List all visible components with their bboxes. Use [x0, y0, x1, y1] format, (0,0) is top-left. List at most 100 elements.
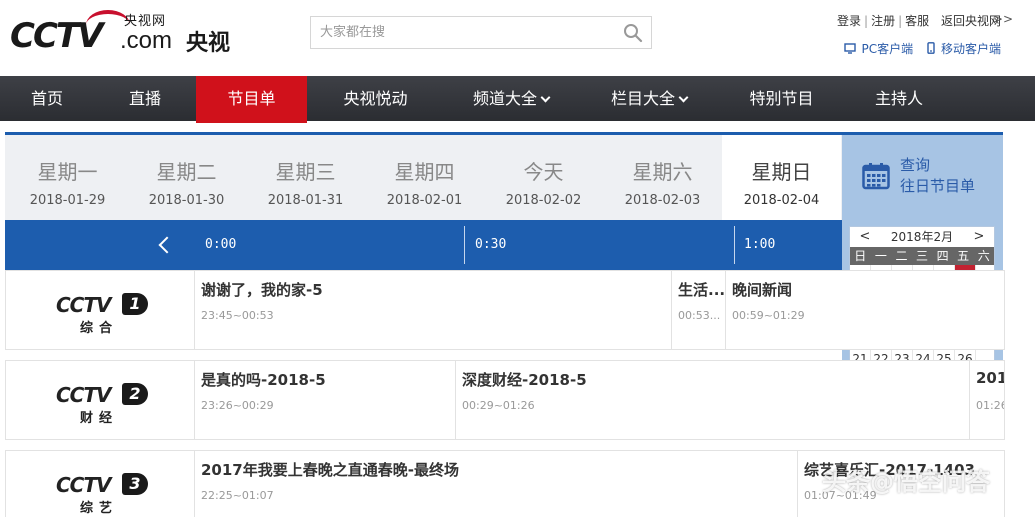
channel-logo-cctv: CCTV [56, 473, 111, 497]
logo-com-text: .com [120, 27, 173, 54]
time-tick [734, 226, 735, 264]
weekday-label: 四 [936, 249, 949, 263]
time-label: 1:00 [744, 237, 776, 252]
nav-specials[interactable]: 特别节目 [730, 76, 833, 121]
day-tab-thu[interactable]: 星期四 2018-02-01 [365, 135, 484, 220]
watermark: 头条@悟空问答 [822, 468, 990, 496]
chevron-down-icon [678, 92, 689, 103]
service-link[interactable]: 客服 [905, 12, 929, 29]
channel-name: 综合 [80, 321, 119, 336]
day-tab-tue[interactable]: 星期二 2018-01-30 [127, 135, 246, 220]
day-date: 2018-01-29 [29, 193, 106, 208]
program-title: 深度财经-2018-5 [462, 371, 587, 389]
calendar-weekdays: 日一二三四五六 [850, 247, 994, 265]
calendar-header: < 2018年2月 > [850, 227, 994, 247]
day-name: 星期四 [394, 160, 455, 184]
mobile-client-label: 移动客户端 [940, 42, 1001, 56]
program-cell[interactable]: 谢谢了，我的家-5 23:45~00:53 [195, 271, 672, 349]
search-icon[interactable] [623, 23, 643, 43]
logo-cctv-text: CCTV [10, 16, 103, 56]
channel-logo[interactable]: CCTV 3 综艺 [6, 451, 195, 517]
chevron-left-icon[interactable]: < [856, 227, 874, 247]
weekday-label: 三 [916, 249, 929, 263]
channel-name: 财经 [80, 411, 119, 426]
pc-client-label: PC客户端 [861, 42, 914, 56]
channel-row-cctv1: CCTV 1 综合 谢谢了，我的家-5 23:45~00:53 生活... 00… [5, 270, 1005, 350]
query-past-schedule-button[interactable]: 查询 往日节目单 [842, 135, 1003, 220]
day-tab-today[interactable]: 今天 2018-02-02 [484, 135, 603, 220]
weekday-label: 二 [895, 249, 908, 263]
channel-number: 3 [122, 473, 148, 495]
day-tab-sun[interactable]: 星期日 2018-02-04 [722, 135, 841, 220]
program-cell[interactable]: 生活... 00:53... [672, 271, 726, 349]
weekday-label: 五 [957, 249, 970, 263]
program-title: 201 [976, 369, 1005, 387]
program-title: 晚间新闻 [732, 281, 793, 299]
day-name: 星期一 [37, 160, 98, 184]
day-date: 2018-02-04 [743, 193, 820, 208]
program-cell[interactable]: 201 01:26 [970, 361, 1005, 439]
day-name: 星期三 [275, 160, 336, 184]
nav-label: 主持人 [874, 89, 923, 108]
cctv-logo[interactable]: CCTV .com 央视网 央视 [10, 8, 240, 60]
day-tab-wed[interactable]: 星期三 2018-01-31 [246, 135, 365, 220]
time-label: 0:00 [205, 237, 237, 252]
channel-logo-cctv: CCTV [56, 383, 111, 407]
day-name: 星期二 [156, 160, 217, 184]
query-line2: 往日节目单 [900, 177, 976, 195]
program-cell[interactable]: 深度财经-2018-5 00:29~01:26 [456, 361, 970, 439]
search-box [310, 16, 652, 49]
nav-yuedong[interactable]: 央视悦动 [322, 76, 429, 121]
nav-label: 栏目大全 [610, 89, 675, 108]
channel-logo[interactable]: CCTV 2 财经 [6, 361, 195, 439]
program-title: 生活... [678, 281, 726, 299]
register-link[interactable]: 注册 [871, 12, 895, 29]
channel-number: 1 [122, 293, 148, 315]
chevron-right-icon[interactable]: > [970, 227, 988, 247]
mobile-client-link[interactable]: 移动客户端 [927, 40, 1001, 57]
search-input[interactable] [311, 17, 611, 48]
divider: | [864, 14, 869, 28]
double-chevron-right-icon[interactable]: >> [993, 12, 1013, 26]
channel-logo-cctv: CCTV [56, 293, 111, 317]
timeline-bar: 0:00 0:30 1:00 [5, 220, 842, 270]
nav-hosts[interactable]: 主持人 [852, 76, 946, 121]
pc-client-link[interactable]: PC客户端 [843, 40, 914, 57]
day-name: 星期日 [751, 160, 812, 184]
nav-label: 首页 [30, 89, 63, 108]
time-label: 0:30 [475, 237, 507, 252]
program-time: 01:26 [976, 399, 1005, 412]
nav-label: 频道大全 [472, 89, 537, 108]
weekday-label: 日 [854, 249, 867, 263]
nav-home[interactable]: 首页 [0, 76, 94, 121]
day-tab-mon[interactable]: 星期一 2018-01-29 [8, 135, 127, 220]
site-header: CCTV .com 央视网 央视 登录|注册|客服 返回央视网 >> PC客户端… [0, 0, 1035, 76]
logo-big-text: 央视 [186, 31, 231, 56]
program-cell[interactable]: 晚间新闻 00:59~01:29 [726, 271, 1004, 349]
day-name: 星期六 [632, 160, 693, 184]
timeline-prev-button[interactable] [155, 234, 175, 256]
channel-logo[interactable]: CCTV 1 综合 [6, 271, 195, 349]
program-time: 23:26~00:29 [201, 399, 274, 412]
day-date: 2018-01-30 [148, 193, 225, 208]
client-links: PC客户端 移动客户端 [834, 40, 1001, 57]
weekday-label: 六 [977, 249, 990, 263]
day-name: 今天 [523, 160, 564, 184]
program-time: 00:53... [678, 309, 721, 322]
nav-live[interactable]: 直播 [96, 76, 194, 121]
nav-label: 直播 [128, 89, 161, 108]
nav-columns[interactable]: 栏目大全 [592, 76, 706, 121]
divider: | [898, 14, 903, 28]
nav-schedule[interactable]: 节目单 [196, 76, 307, 123]
nav-channels[interactable]: 频道大全 [455, 76, 567, 121]
program-cell[interactable]: 是真的吗-2018-5 23:26~00:29 [195, 361, 456, 439]
day-tab-sat[interactable]: 星期六 2018-02-03 [603, 135, 722, 220]
account-links: 登录 | 注册 | 客服 返回央视网 [837, 12, 1001, 29]
logo-small-text: 央视网 [124, 14, 167, 29]
program-cell[interactable]: 2017年我要上春晚之直通春晚-最终场 22:25~01:07 [195, 451, 798, 517]
channel-number: 2 [122, 383, 148, 405]
calendar-icon [862, 163, 890, 190]
program-title: 2017年我要上春晚之直通春晚-最终场 [201, 461, 459, 479]
login-link[interactable]: 登录 [837, 12, 861, 29]
day-date: 2018-02-02 [505, 193, 582, 208]
